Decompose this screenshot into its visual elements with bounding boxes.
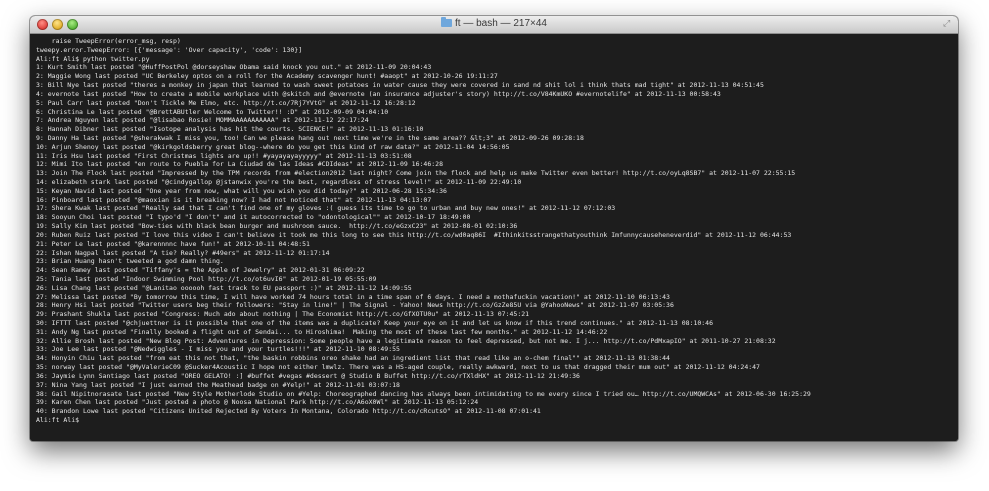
terminal-line: 15: Keyan Navid last posted "One year fr… [36, 186, 447, 195]
terminal-line: 29: Prashant Shukla last posted "Congres… [36, 310, 530, 319]
terminal-line: 35: norway last posted "@MyValerieC09 @S… [36, 363, 760, 372]
terminal-line: 24: Sean Ramey last posted "Tiffany's = … [36, 266, 365, 275]
terminal-line: 1: Kurt Smith last posted "@HuffPostPol … [36, 63, 432, 72]
terminal-line: 33: Joe Lee last posted "@Nedwiggles - I… [36, 345, 400, 354]
folder-icon [440, 17, 452, 27]
terminal-output[interactable]: raise TweepError(error_msg, resp) tweepy.… [30, 34, 958, 441]
terminal-line: 5: Paul Carr last posted "Don't Tickle M… [36, 98, 416, 107]
terminal-line: 39: Karen Chen last posted "Just posted … [36, 398, 479, 407]
terminal-line: raise TweepError(error_msg, resp) [36, 37, 181, 45]
terminal-line: 38: Gail Nipitnorasate last posted "New … [36, 389, 811, 398]
terminal-line: 28: Henry Hsi last posted "Twitter users… [36, 301, 674, 310]
terminal-line: 7: Andrea Nguyen last posted "@lisabao R… [36, 116, 369, 125]
terminal-line: 23: Brian Huang hasn't tweeted a god dam… [36, 257, 224, 266]
terminal-line: 37: Nina Yang last posted "I just earned… [36, 380, 400, 389]
terminal-line: 16: Pinboard last posted "@maoxian is it… [36, 195, 432, 204]
window-title: ft — bash — 217×44 [454, 18, 547, 29]
terminal-line: 11: Iris Hsu last posted "First Christma… [36, 151, 412, 160]
terminal-line: 30: IFTTT last posted "@chjuettner is it… [36, 319, 714, 327]
terminal-line: 8: Hannah Dibner last posted "Isotope an… [36, 125, 424, 134]
terminal-line: Ali:ft Ali$ python twitter.py [36, 54, 150, 63]
terminal-line: 12: Mimi Ito last posted "en route to Pu… [36, 160, 443, 169]
terminal-line: 18: Sooyun Choi last posted "I typo'd "I… [36, 213, 471, 222]
terminal-line: 27: Melissa last posted "By tomorrow thi… [36, 292, 670, 301]
terminal-line: 26: Lisa Chang last posted "@Lanitao ooo… [36, 283, 412, 292]
terminal-line: 3: Bill Nye last posted "theres a monkey… [36, 81, 764, 90]
terminal-line: 31: Andy Ng last posted "Finally booked … [36, 327, 608, 336]
terminal-line: 20: Ruben Ruiz last posted "I love this … [36, 230, 792, 239]
terminal-line: 13: Join The Flock last posted "Impresse… [36, 169, 796, 178]
terminal-line: 10: Arjun Shenoy last posted "@kirkgolds… [36, 142, 510, 151]
terminal-line: 17: Shera Kwak last posted "Really sad t… [36, 204, 616, 213]
fullscreen-icon[interactable]: ⤢ [943, 19, 953, 29]
terminal-line: 4: evernote last posted "How to create a… [36, 89, 721, 98]
terminal-line: tweepy.error.TweepError: [{'message': 'O… [36, 45, 303, 54]
terminal-line: 40: Brandon Lowe last posted "Citizens U… [36, 407, 541, 416]
terminal-window: ft — bash — 217×44 ⤢ raise TweepError(er… [30, 16, 958, 441]
terminal-line: 9: Danny Ha last posted "@sherakwak I mi… [36, 133, 584, 142]
terminal-line: 19: Sally Kim last posted "Bow-ties with… [36, 222, 518, 231]
terminal-line: 25: Tania last posted "Indoor Swimming P… [36, 274, 377, 283]
terminal-line: 21: Peter Le last posted "@karennnnc hav… [36, 239, 310, 248]
terminal-prompt-line: Ali:ft Ali$ [36, 415, 83, 424]
terminal-line: 34: Honyin Chiu last posted "from eat th… [36, 354, 670, 363]
terminal-line: 6: Christina Le last posted "@BrettABUtl… [36, 107, 389, 116]
title-bar[interactable]: ft — bash — 217×44 ⤢ [30, 16, 958, 34]
terminal-line: 32: Allie Brosh last posted "New Blog Po… [36, 336, 776, 345]
terminal-line: 22: Ishan Nagpal last posted "A tie? Rea… [36, 248, 330, 257]
terminal-line: 2: Maggie Wong last posted "UC Berkeley … [36, 72, 498, 81]
window-title-area: ft — bash — 217×44 [30, 17, 958, 29]
terminal-line: 14: elizabeth stark last posted "@cindyg… [36, 178, 522, 186]
terminal-line: 36: Jaymie Lynn Santiago last posted "OR… [36, 371, 580, 380]
